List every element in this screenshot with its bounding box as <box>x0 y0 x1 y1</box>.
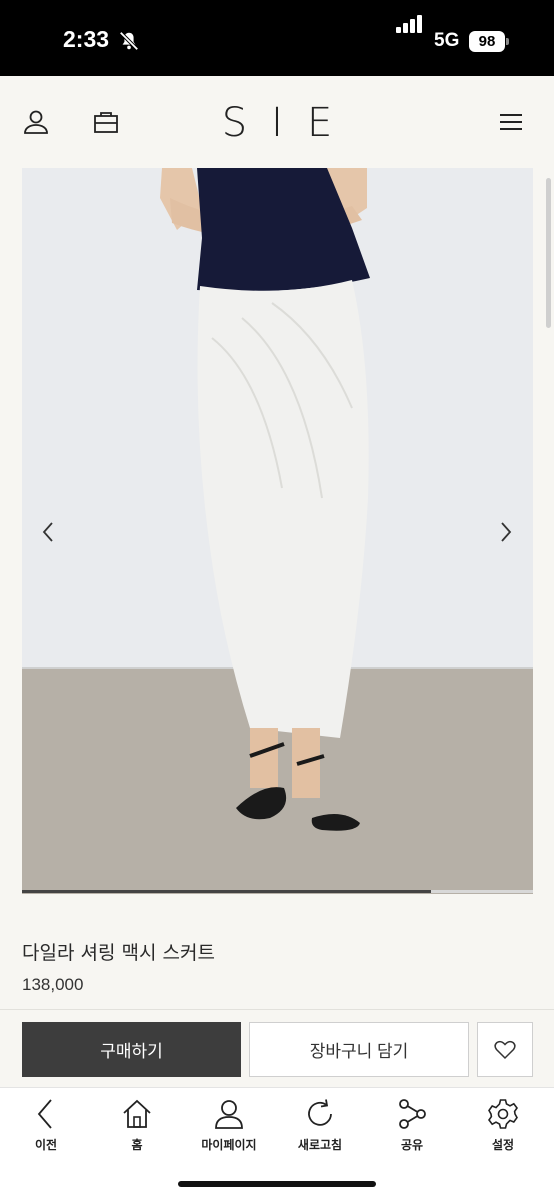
refresh-icon <box>308 1099 332 1126</box>
nav-back[interactable]: 이전 <box>6 1098 86 1153</box>
battery-tip <box>506 38 509 45</box>
product-price: 138,000 <box>22 975 84 994</box>
nav-label: 설정 <box>491 1138 515 1152</box>
wishlist-button[interactable] <box>477 1022 533 1077</box>
nav-label: 홈 <box>131 1138 143 1152</box>
product-name: 다일라 셔링 맥시 스커트 <box>22 942 215 964</box>
gallery-progress <box>22 890 533 893</box>
user-icon <box>215 1100 243 1129</box>
chevron-right-icon[interactable] <box>493 520 517 544</box>
back-icon <box>37 1099 52 1129</box>
buy-button[interactable]: 구매하기 <box>22 1022 241 1077</box>
add-to-cart-button[interactable]: 장바구니 담기 <box>249 1022 469 1077</box>
product-photo <box>22 168 533 894</box>
nav-label: 마이페이지 <box>201 1138 257 1152</box>
status-bar: 2:33 5G 98 <box>0 0 554 76</box>
chevron-left-icon[interactable] <box>37 520 61 544</box>
home-icon <box>123 1099 151 1128</box>
menu-icon[interactable] <box>499 112 523 132</box>
battery-indicator: 98 <box>469 31 505 52</box>
nav-share[interactable]: 공유 <box>372 1098 452 1153</box>
nav-mypage[interactable]: 마이페이지 <box>189 1098 269 1153</box>
nav-label: 새로고침 <box>297 1138 343 1152</box>
nav-refresh[interactable]: 새로고침 <box>280 1098 360 1153</box>
site-header: SIE <box>0 76 554 168</box>
site-logo[interactable]: SIE <box>0 100 554 146</box>
nav-settings[interactable]: 설정 <box>463 1098 543 1153</box>
bell-slash-icon <box>119 31 139 51</box>
status-time: 2:33 <box>63 26 110 52</box>
nav-label: 이전 <box>34 1138 58 1152</box>
purchase-action-bar: 구매하기 장바구니 담기 <box>0 1009 554 1087</box>
product-image[interactable] <box>22 168 533 894</box>
nav-home[interactable]: 홈 <box>97 1098 177 1153</box>
network-label: 5G <box>434 30 460 51</box>
share-icon <box>399 1099 426 1129</box>
scrollbar[interactable] <box>546 178 551 328</box>
gallery-progress-fill <box>22 890 431 893</box>
home-indicator[interactable] <box>178 1181 376 1187</box>
heart-icon <box>494 1040 516 1059</box>
gear-icon <box>488 1099 518 1129</box>
nav-label: 공유 <box>400 1138 424 1152</box>
